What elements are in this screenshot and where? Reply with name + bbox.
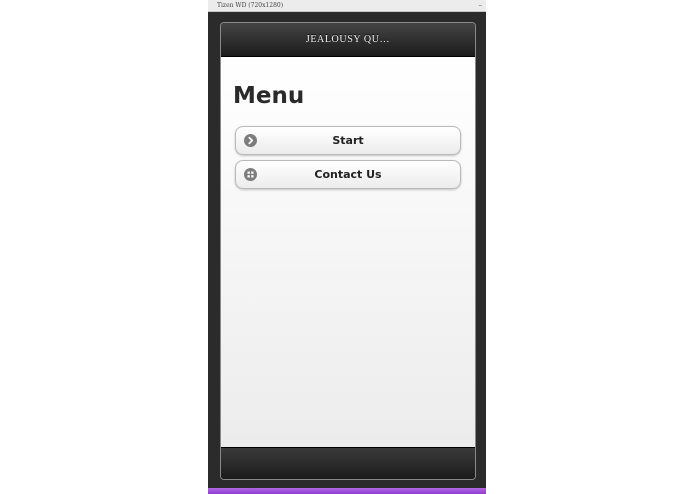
contact-us-button-label: Contact Us: [314, 168, 382, 181]
phone-screen: JEALOUSY QU… Menu Start Contact Us: [220, 22, 476, 480]
start-button[interactable]: Start: [235, 126, 461, 155]
content-area: Menu Start Contact Us: [221, 57, 475, 447]
app-header: JEALOUSY QU…: [221, 23, 475, 57]
minimize-icon[interactable]: –: [479, 1, 483, 10]
emulator-window: Tizen WD (720x1280) – JEALOUSY QU… Menu …: [208, 0, 486, 494]
accent-bar: [208, 488, 486, 494]
page-title: Menu: [233, 83, 305, 109]
start-button-label: Start: [332, 134, 364, 147]
app-footer: [221, 447, 475, 479]
app-title: JEALOUSY QU…: [305, 34, 391, 45]
contact-us-button[interactable]: Contact Us: [235, 160, 461, 189]
window-titlebar: Tizen WD (720x1280) –: [208, 0, 486, 12]
window-title: Tizen WD (720x1280): [217, 2, 284, 9]
